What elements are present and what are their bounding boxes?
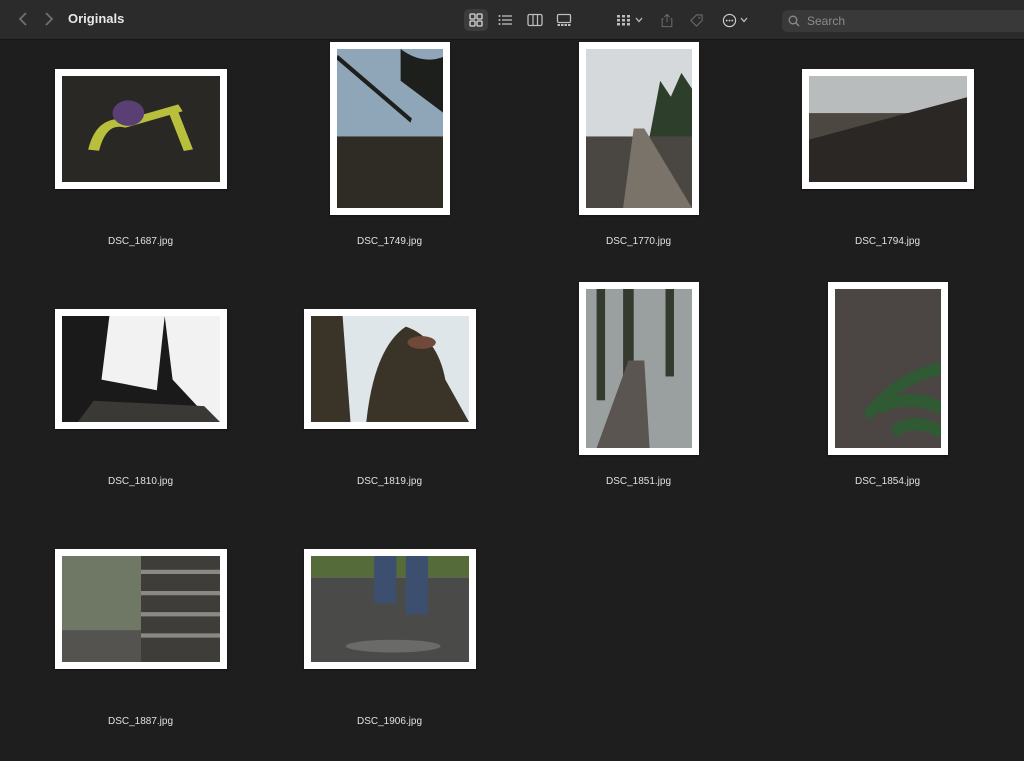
file-item[interactable]: DSC_1687.jpg (20, 41, 269, 281)
thumbnail-area[interactable] (269, 281, 518, 456)
thumbnail-area[interactable] (269, 521, 518, 696)
file-item[interactable]: DSC_1770.jpg (518, 41, 767, 281)
file-thumbnail[interactable] (579, 42, 699, 215)
tag-button[interactable] (684, 9, 708, 31)
file-thumbnail[interactable] (55, 69, 227, 189)
window-title: Originals (68, 11, 125, 26)
file-thumbnail[interactable] (330, 42, 450, 215)
file-name[interactable]: DSC_1906.jpg (265, 716, 514, 727)
photo-preview (809, 76, 967, 182)
file-thumbnail[interactable] (802, 69, 974, 189)
file-name[interactable]: DSC_1794.jpg (763, 236, 1012, 247)
search-field[interactable] (782, 10, 1024, 32)
chevron-right-icon (44, 10, 54, 31)
search-input[interactable] (805, 13, 1009, 29)
thumbnail-area[interactable] (518, 281, 767, 456)
thumbnail-area[interactable] (269, 41, 518, 216)
more-actions-button[interactable] (720, 9, 750, 31)
file-item[interactable]: DSC_1887.jpg (20, 521, 269, 761)
file-thumbnail[interactable] (304, 549, 476, 669)
column-view-icon (527, 13, 543, 27)
icon-view-icon (469, 13, 483, 27)
file-name[interactable]: DSC_1819.jpg (265, 476, 514, 487)
photo-preview (311, 316, 469, 422)
file-item[interactable]: DSC_1854.jpg (767, 281, 1016, 521)
thumbnail-area[interactable] (20, 521, 269, 696)
file-item[interactable]: DSC_1906.jpg (269, 521, 518, 761)
thumbnail-area[interactable] (20, 41, 269, 216)
file-item[interactable]: DSC_1749.jpg (269, 41, 518, 281)
chevron-left-icon (18, 10, 28, 31)
file-grid: DSC_1687.jpg DSC_1749.jpg DSC_1770.jpg DSC_… (0, 41, 1024, 735)
file-name[interactable]: DSC_1770.jpg (514, 236, 763, 247)
group-by-button[interactable] (614, 9, 644, 31)
column-view-button[interactable] (523, 9, 547, 31)
forward-button[interactable] (38, 9, 60, 31)
gallery-view-button[interactable] (552, 9, 576, 31)
photo-preview (62, 316, 220, 422)
photo-preview (62, 76, 220, 182)
file-name[interactable]: DSC_1687.jpg (16, 236, 265, 247)
photo-preview (62, 556, 220, 662)
file-name[interactable]: DSC_1749.jpg (265, 236, 514, 247)
share-icon (661, 13, 673, 27)
photo-preview (311, 556, 469, 662)
file-item[interactable]: DSC_1819.jpg (269, 281, 518, 521)
thumbnail-area[interactable] (20, 281, 269, 456)
chevron-down-icon (740, 17, 748, 23)
chevron-down-icon (635, 17, 642, 23)
list-view-icon (498, 15, 512, 25)
file-thumbnail[interactable] (304, 309, 476, 429)
file-item[interactable]: DSC_1810.jpg (20, 281, 269, 521)
list-view-button[interactable] (493, 9, 517, 31)
group-by-icon (616, 15, 630, 26)
file-name[interactable]: DSC_1887.jpg (16, 716, 265, 727)
thumbnail-area[interactable] (518, 41, 767, 216)
share-button[interactable] (655, 9, 679, 31)
file-item[interactable]: DSC_1851.jpg (518, 281, 767, 521)
file-item[interactable]: DSC_1794.jpg (767, 41, 1016, 281)
photo-preview (835, 289, 941, 448)
file-thumbnail[interactable] (55, 549, 227, 669)
ellipsis-circle-icon (722, 13, 737, 27)
gallery-view-icon (556, 13, 572, 26)
photo-preview (586, 49, 692, 208)
file-thumbnail[interactable] (55, 309, 227, 429)
search-icon (788, 15, 800, 27)
file-thumbnail[interactable] (828, 282, 948, 455)
tag-icon (689, 13, 703, 27)
toolbar: Originals (0, 0, 1024, 40)
photo-preview (586, 289, 692, 448)
back-button[interactable] (12, 9, 34, 31)
thumbnail-area[interactable] (767, 281, 1016, 456)
thumbnail-area[interactable] (767, 41, 1016, 216)
photo-preview (337, 49, 443, 208)
file-thumbnail[interactable] (579, 282, 699, 455)
file-name[interactable]: DSC_1810.jpg (16, 476, 265, 487)
file-name[interactable]: DSC_1854.jpg (763, 476, 1012, 487)
file-name[interactable]: DSC_1851.jpg (514, 476, 763, 487)
icon-view-button[interactable] (464, 9, 488, 31)
